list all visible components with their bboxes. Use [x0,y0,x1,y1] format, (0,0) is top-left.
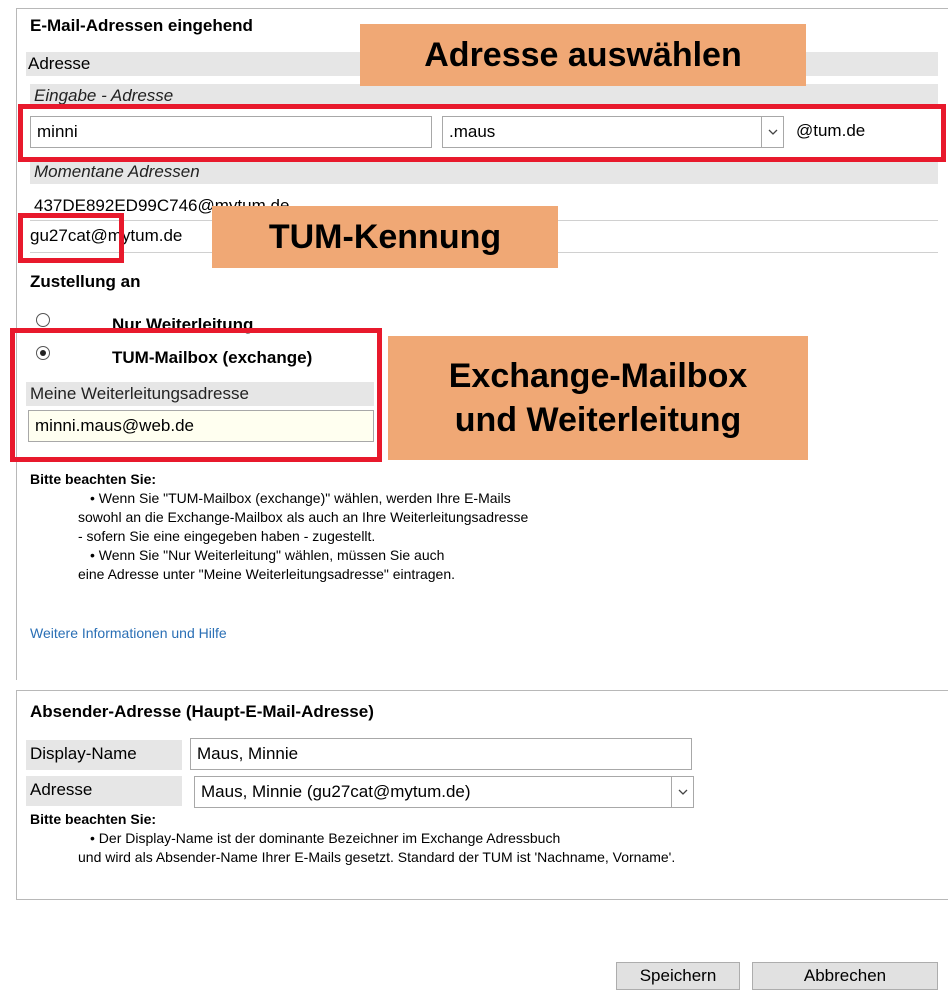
sender-address-label: Adresse [30,780,93,799]
display-name-value: Maus, Minnie [197,744,299,763]
help-link[interactable]: Weitere Informationen und Hilfe [30,624,227,643]
notes-line: eine Adresse unter "Meine Weiterleitungs… [78,566,456,582]
notes-line: • Wenn Sie "TUM-Mailbox (exchange)" wähl… [90,490,511,506]
save-button[interactable]: Speichern [616,962,740,990]
display-name-input[interactable]: Maus, Minnie [190,738,692,770]
sender-notes-heading: Bitte beachten Sie: [30,811,157,827]
radio-forward-only[interactable] [36,313,50,327]
sender-notes-line: und wird als Absender-Name Ihrer E-Mails… [78,849,676,865]
notes-line: sowohl an die Exchange-Mailbox als auch … [78,509,529,525]
delivery-title: Zustellung an [30,272,141,291]
chevron-down-icon[interactable] [671,777,693,807]
address-label: Adresse [28,54,91,73]
notes-line: - sofern Sie eine eingegeben haben - zug… [78,528,376,544]
callout-exchange: Exchange-Mailbox und Weiterleitung [388,336,808,460]
callout-address: Adresse auswählen [360,24,806,86]
sender-title: Absender-Adresse (Haupt-E-Mail-Adresse) [30,702,374,721]
sender-notes-line: • Der Display-Name ist der dominante Bez… [90,830,561,846]
incoming-title: E-Mail-Adressen eingehend [30,16,253,35]
sender-address-select[interactable]: Maus, Minnie (gu27cat@mytum.de) [194,776,694,808]
sender-address-value: Maus, Minnie (gu27cat@mytum.de) [201,782,471,801]
display-name-label: Display-Name [30,744,137,763]
input-address-label: Eingabe - Adresse [34,86,174,105]
callout-tum-id: TUM-Kennung [212,206,558,268]
notes-heading: Bitte beachten Sie: [30,471,157,487]
callout-exchange-line2: und Weiterleitung [454,401,742,439]
current-addresses-label: Momentane Adressen [34,162,200,181]
notes-line: • Wenn Sie "Nur Weiterleitung" wählen, m… [90,547,445,563]
highlight-tum-id [18,213,124,263]
callout-exchange-line1: Exchange-Mailbox [448,357,748,395]
highlight-exchange [10,328,382,462]
cancel-button[interactable]: Abbrechen [752,962,938,990]
highlight-address-input [18,104,946,162]
